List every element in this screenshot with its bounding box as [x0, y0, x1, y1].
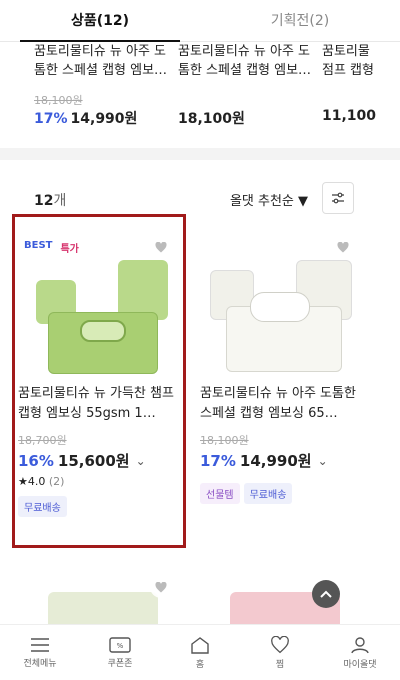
wishlist-button[interactable] [332, 236, 354, 258]
filter-icon [332, 192, 344, 204]
product-image [200, 230, 362, 380]
product-card[interactable]: 꿈토리물티슈 뉴 아주 도톰한 스페셜 캡형 엠보싱 65… 18,100원 1… [200, 230, 362, 504]
nav-menu[interactable]: 전체메뉴 [0, 625, 80, 680]
price-line: 17% 14,990원 ⌄ [200, 450, 362, 471]
list-toolbar: 12개 올댓 추천순 ▼ [34, 182, 354, 216]
home-icon [191, 636, 209, 654]
heart-icon [271, 635, 289, 653]
tab-bar: 상품(12) 기획전(2) [0, 0, 400, 42]
nav-label: 쿠폰존 [107, 658, 133, 669]
svg-text:%: % [117, 642, 124, 650]
product-pack-lid [250, 292, 310, 322]
selection-highlight [12, 214, 186, 548]
nav-home[interactable]: 홈 [160, 625, 240, 680]
product-count: 12개 [34, 190, 66, 210]
product-count-number: 12 [34, 193, 54, 209]
nav-my-page[interactable]: 마이올댓 [320, 625, 400, 680]
sale-price: 14,990원 [239, 452, 312, 470]
nav-label: 찜 [275, 659, 285, 670]
chevron-up-icon [320, 590, 332, 598]
sort-dropdown[interactable]: 올댓 추천순 ▼ [230, 190, 308, 209]
hrow-card-original-price: 18,100원 [34, 94, 83, 107]
hrow-card-price-line: 17% 14,990원 [34, 108, 137, 128]
user-icon [351, 636, 369, 653]
heart-icon [337, 241, 349, 252]
hrow-card-price-line: 11,100 [322, 108, 376, 124]
nav-label: 마이올댓 [343, 659, 377, 670]
hrow-card-name: 꿈토리물티슈 뉴 아주 도톰한 스페셜 캡형 엠보… [34, 44, 168, 78]
nav-label: 홈 [195, 659, 205, 670]
hrow-card-price: 18,100원 [178, 111, 245, 127]
tab-exhibitions[interactable]: 기획전(2) [200, 0, 400, 41]
discount-rate: 17% [200, 451, 236, 470]
hrow-card-name: 꿈토리물 점프 캡형 [322, 44, 374, 78]
product-card[interactable] [18, 570, 180, 630]
nav-label: 전체메뉴 [23, 658, 57, 669]
hrow-card-price-line: 18,100원 [178, 108, 245, 128]
hrow-card[interactable]: 꿈토리물티슈 뉴 아주 도톰한 스페셜 캡형 엠보… 18,100원 [178, 42, 318, 142]
hrow-card-price: 11,100 [322, 108, 377, 124]
gift-badge: 선물템 [200, 483, 240, 504]
menu-icon [31, 637, 49, 652]
nav-coupon[interactable]: % 쿠폰존 [80, 625, 160, 680]
scroll-to-top-button[interactable] [312, 580, 340, 608]
wishlist-button[interactable] [150, 576, 172, 598]
hrow-card[interactable]: 꿈토리물 점프 캡형 11,100 [322, 42, 382, 142]
filter-button[interactable] [322, 182, 354, 214]
hrow-card-name: 꿈토리물티슈 뉴 아주 도톰한 스페셜 캡형 엠보… [178, 44, 312, 78]
horizontal-product-row: 꿈토리물티슈 뉴 아주 도톰한 스페셜 캡형 엠보… 18,100원 17% 14… [0, 42, 400, 142]
tab-products[interactable]: 상품(12) [0, 0, 200, 42]
original-price: 18,100원 [200, 434, 249, 447]
product-image [18, 570, 180, 630]
hrow-card[interactable]: 꿈토리물티슈 뉴 아주 도톰한 스페셜 캡형 엠보… 18,100원 17% 14… [34, 42, 174, 142]
bottom-navigation: 전체메뉴 % 쿠폰존 홈 찜 마이올댓 [0, 624, 400, 680]
product-count-unit: 개 [53, 193, 67, 209]
coupon-icon: % [109, 636, 131, 653]
product-badges: 선물템 무료배송 [200, 483, 362, 504]
heart-icon [155, 581, 167, 592]
hrow-card-discount: 17% [34, 111, 68, 127]
nav-wishlist[interactable]: 찜 [240, 625, 320, 680]
free-shipping-badge: 무료배송 [243, 483, 293, 504]
section-divider [0, 148, 400, 160]
product-name: 꿈토리물티슈 뉴 아주 도톰한 스페셜 캡형 엠보싱 65… [200, 386, 356, 421]
hrow-card-price: 14,990원 [70, 111, 138, 127]
chevron-down-icon[interactable]: ⌄ [318, 454, 328, 468]
